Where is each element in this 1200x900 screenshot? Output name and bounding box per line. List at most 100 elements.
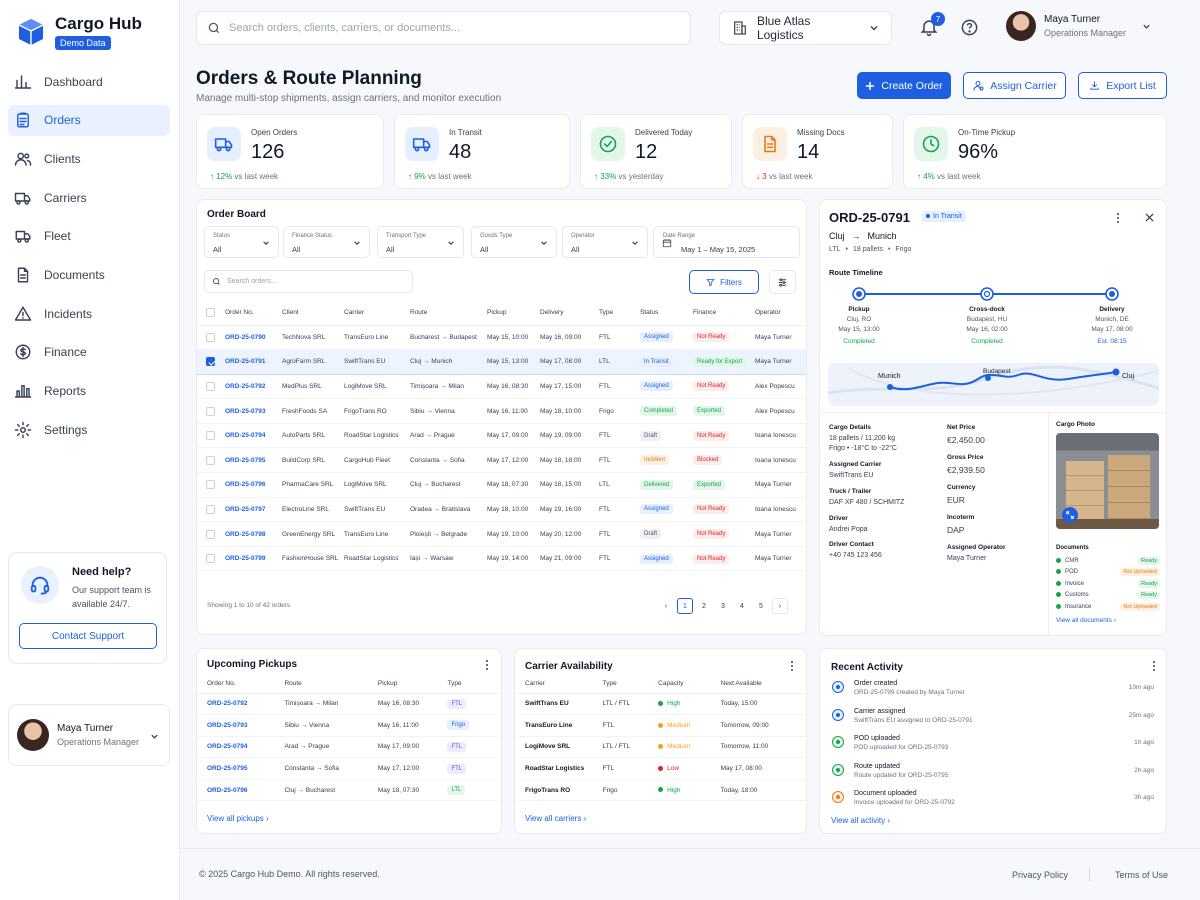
sidebar-item-settings[interactable]: Settings bbox=[8, 414, 170, 445]
app-logo[interactable]: Cargo Hub Demo Data bbox=[16, 14, 142, 50]
row-checkbox[interactable] bbox=[197, 472, 225, 498]
create-order-button[interactable]: Create Order bbox=[857, 72, 951, 99]
table-row[interactable]: ORD-25-0793 FreshFoods SA FrigoTrans RO Sib… bbox=[197, 398, 806, 424]
row-checkbox[interactable] bbox=[197, 423, 225, 449]
column-header[interactable]: Order No. bbox=[225, 301, 282, 326]
order-link[interactable]: ORD-25-0796 bbox=[225, 472, 282, 498]
table-row[interactable]: RoadStar Logistics FTL Low May 17, 08:00 bbox=[515, 757, 806, 780]
page-button[interactable]: 1 bbox=[677, 598, 693, 614]
sidebar-item-reports[interactable]: Reports bbox=[8, 376, 170, 407]
order-link[interactable]: ORD-25-0790 bbox=[225, 325, 282, 351]
kpi-card-delivered-today[interactable]: Delivered Today 12 ↑ 33% vs yesterday bbox=[580, 114, 732, 189]
row-checkbox[interactable] bbox=[197, 546, 225, 572]
table-row[interactable]: FrigoTrans RO Frigo High Today, 18:00 bbox=[515, 779, 806, 802]
timeline-stop-delivery[interactable]: Delivery Munich, DE May 17, 08:00 Est. 08:1… bbox=[1067, 287, 1157, 345]
column-header[interactable]: Client bbox=[282, 301, 344, 326]
view-all-pickups-link[interactable]: View all pickups › bbox=[207, 814, 269, 823]
activity-item[interactable]: POD uploaded POD uploaded for ORD-25-0793… bbox=[832, 735, 1154, 751]
table-row[interactable]: LogiMove SRL LTL / FTL Medium Tomorrow, 11:… bbox=[515, 736, 806, 759]
view-all-documents-link[interactable]: View all documents › bbox=[1056, 617, 1160, 624]
cargo-photo[interactable] bbox=[1056, 433, 1159, 529]
document-row[interactable]: Customs Ready bbox=[1056, 590, 1160, 602]
activity-item[interactable]: Document uploaded Invoice uploaded for OR… bbox=[832, 790, 1154, 806]
sidebar-item-fleet[interactable]: Fleet bbox=[8, 221, 170, 252]
activity-item[interactable]: Order created ORD-25-0799 created by Maya… bbox=[832, 680, 1154, 696]
filter-transport-type[interactable]: Transport Type All bbox=[377, 226, 464, 258]
assign-carrier-button[interactable]: Assign Carrier bbox=[963, 72, 1066, 99]
more-vertical-icon[interactable] bbox=[1150, 660, 1158, 672]
order-link[interactable]: ORD-25-0793 bbox=[225, 398, 282, 424]
page-button[interactable]: 2 bbox=[696, 598, 712, 614]
filters-button[interactable]: Filters bbox=[689, 270, 759, 294]
table-row[interactable]: ORD-25-0795 Constanta → Sofia May 17, 12:0… bbox=[197, 757, 501, 780]
sidebar-item-orders[interactable]: Orders bbox=[8, 104, 170, 136]
row-checkbox[interactable] bbox=[197, 349, 225, 375]
contact-support-button[interactable]: Contact Support bbox=[19, 623, 157, 649]
order-search-input[interactable]: Search orders... bbox=[204, 270, 413, 293]
route-map[interactable]: Munich Budapest Cluj bbox=[828, 363, 1159, 406]
column-header[interactable]: Finance bbox=[693, 301, 755, 326]
next-page-button[interactable]: › bbox=[772, 598, 788, 614]
table-row[interactable]: ORD-25-0795 BuildCorp SRL CargoHub Fleet Co… bbox=[197, 447, 806, 474]
view-all-carriers-link[interactable]: View all carriers › bbox=[525, 814, 586, 823]
table-row[interactable]: ORD-25-0798 GreenEnergy SRL TransEuro Line… bbox=[197, 521, 806, 547]
table-row[interactable]: ORD-25-0791 AgroFarm SRL SwiftTrans EU Cluj… bbox=[197, 349, 806, 375]
order-link[interactable]: ORD-25-0799 bbox=[225, 546, 282, 572]
prev-page-button[interactable]: ‹ bbox=[658, 598, 674, 614]
document-row[interactable]: Invoice Ready bbox=[1056, 578, 1160, 590]
row-checkbox[interactable] bbox=[197, 325, 225, 351]
page-button[interactable]: 4 bbox=[734, 598, 750, 614]
filter-goods-type[interactable]: Goods Type All bbox=[471, 226, 557, 258]
table-row[interactable]: ORD-25-0796 PharmaCare SRL LogiMove SRL Clu… bbox=[197, 472, 806, 498]
timeline-stop-pickup[interactable]: Pickup Cluj, RO May 15, 13:00 Completed bbox=[820, 287, 904, 345]
sidebar-item-clients[interactable]: Clients bbox=[8, 143, 170, 174]
column-settings-button[interactable] bbox=[769, 270, 796, 294]
order-link[interactable]: ORD-25-0795 bbox=[225, 447, 282, 474]
row-checkbox[interactable] bbox=[197, 374, 225, 400]
view-all-activity-link[interactable]: View all activity › bbox=[831, 816, 890, 825]
kpi-card-on-time-pickup[interactable]: On-Time Pickup 96% ↑ 4% vs last week bbox=[903, 114, 1167, 189]
table-row[interactable]: ORD-25-0797 ElectroLine SRL SwiftTrans EU O… bbox=[197, 497, 806, 523]
order-link[interactable]: ORD-25-0791 bbox=[225, 349, 282, 375]
more-vertical-icon[interactable] bbox=[483, 659, 491, 671]
filter-finance-status[interactable]: Finance Status All bbox=[283, 226, 370, 258]
row-checkbox[interactable] bbox=[197, 447, 225, 474]
filter-operator[interactable]: Operator All bbox=[562, 226, 648, 258]
document-row[interactable]: Insurance Not Uploaded bbox=[1056, 601, 1160, 613]
activity-item[interactable]: Carrier assigned SwiftTrans EU assigned t… bbox=[832, 708, 1154, 724]
order-link[interactable]: ORD-25-0794 bbox=[225, 423, 282, 449]
page-button[interactable]: 5 bbox=[753, 598, 769, 614]
close-icon[interactable] bbox=[1145, 213, 1154, 222]
company-selector[interactable]: Blue Atlas Logistics bbox=[719, 11, 892, 45]
kpi-card-open-orders[interactable]: Open Orders 126 ↑ 12% vs last week bbox=[196, 114, 384, 189]
column-header[interactable]: Delivery bbox=[540, 301, 599, 326]
row-checkbox[interactable] bbox=[197, 497, 225, 523]
order-link[interactable]: ORD-25-0794 bbox=[197, 736, 285, 759]
filter-status[interactable]: Status All bbox=[204, 226, 279, 258]
privacy-policy-link[interactable]: Privacy Policy bbox=[1012, 870, 1068, 880]
kpi-card-missing-docs[interactable]: Missing Docs 14 ↓ 3 vs last week bbox=[742, 114, 893, 189]
export-list-button[interactable]: Export List bbox=[1078, 72, 1167, 99]
table-row[interactable]: ORD-25-0792 MedPlus SRL LogiMove SRL Timișo… bbox=[197, 374, 806, 400]
sidebar-item-documents[interactable]: Documents bbox=[8, 259, 170, 290]
sidebar-item-incidents[interactable]: Incidents bbox=[8, 298, 170, 329]
more-vertical-icon[interactable] bbox=[788, 660, 796, 672]
sidebar-item-dashboard[interactable]: Dashboard bbox=[8, 66, 170, 97]
column-header[interactable]: Type bbox=[599, 301, 640, 326]
column-header[interactable]: Operator bbox=[755, 301, 806, 326]
activity-item[interactable]: Route updated Route updated for ORD-25-07… bbox=[832, 763, 1154, 779]
order-link[interactable]: ORD-25-0798 bbox=[225, 521, 282, 547]
column-header[interactable]: Route bbox=[410, 301, 487, 326]
row-checkbox[interactable] bbox=[197, 398, 225, 424]
help-button[interactable] bbox=[960, 18, 979, 37]
terms-of-use-link[interactable]: Terms of Use bbox=[1115, 870, 1168, 880]
table-row[interactable]: ORD-25-0792 Timișoara → Milan May 16, 08:3… bbox=[197, 693, 501, 716]
table-row[interactable]: ORD-25-0799 FashionHouse SRL RoadStar Logi… bbox=[197, 546, 806, 572]
row-checkbox[interactable] bbox=[197, 521, 225, 547]
more-vertical-icon[interactable] bbox=[1114, 212, 1122, 224]
column-header[interactable]: Carrier bbox=[344, 301, 410, 326]
sidebar-user-menu[interactable]: Maya Turner Operations Manager bbox=[8, 704, 170, 766]
column-header[interactable]: Pickup bbox=[487, 301, 540, 326]
table-row[interactable]: ORD-25-0793 Sibiu → Vienna May 16, 11:00 Fr… bbox=[197, 714, 501, 737]
date-range-filter[interactable]: Date Range May 1 – May 15, 2025 bbox=[653, 226, 800, 258]
